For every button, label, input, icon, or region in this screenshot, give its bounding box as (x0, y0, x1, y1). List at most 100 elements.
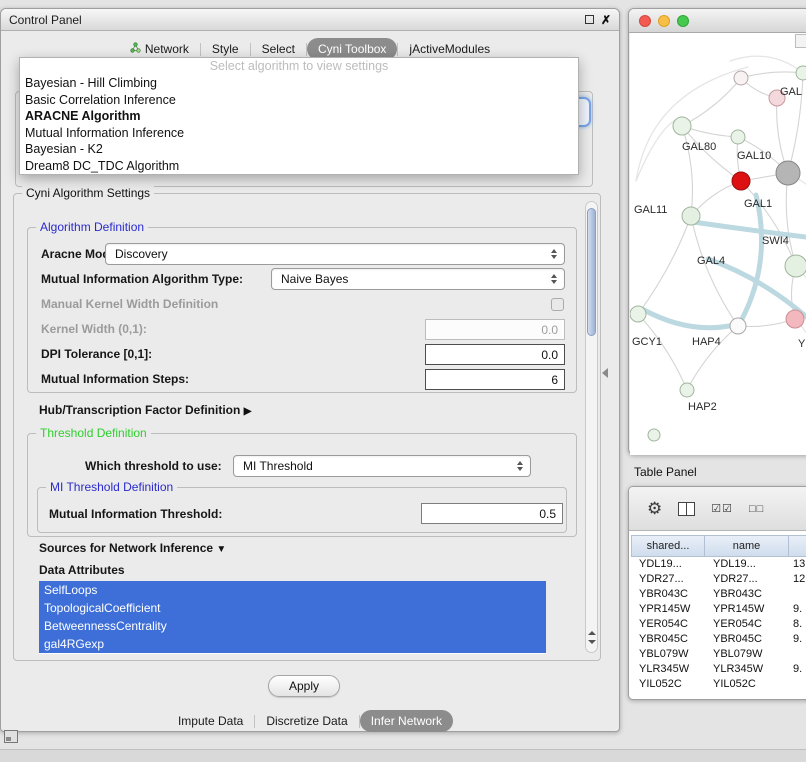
column-header[interactable]: name (705, 535, 789, 557)
status-strip (0, 749, 806, 762)
mi-steps-label: Mutual Information Steps: (41, 372, 189, 386)
table-cell (789, 647, 806, 662)
table-row[interactable]: YER054CYER054C8. (631, 617, 806, 632)
table-cell: 13 (789, 557, 806, 572)
network-node[interactable] (682, 207, 700, 225)
attribute-item[interactable]: BetweennessCentrality (39, 617, 546, 635)
table-cell: YBR043C (631, 587, 705, 602)
network-edge (682, 126, 692, 216)
table-cell: YLR345W (705, 662, 789, 677)
dpi-tolerance-field[interactable]: 0.0 (425, 344, 565, 365)
bottom-tab-discretize-data[interactable]: Discretize Data (255, 710, 358, 732)
network-node[interactable] (730, 318, 746, 334)
settings-scrollbar[interactable] (585, 201, 598, 653)
table-cell: YPR145W (705, 602, 789, 617)
hub-section-toggle[interactable]: Hub/Transcription Factor Definition ▶ (39, 403, 251, 417)
columns-icon[interactable] (678, 502, 695, 516)
panel-splitter-arrow[interactable] (602, 368, 608, 378)
dock-panel-icon[interactable] (4, 730, 18, 743)
data-attributes-label: Data Attributes (39, 563, 125, 577)
network-edge (638, 216, 691, 314)
select-all-checkboxes-icon[interactable]: ☑☑ (711, 502, 733, 515)
algorithm-dropdown-placeholder: Select algorithm to view settings (20, 58, 578, 75)
network-node[interactable] (630, 306, 646, 322)
manual-kernel-checkbox[interactable] (551, 298, 564, 311)
float-window-icon[interactable] (585, 15, 594, 24)
table-row[interactable]: YIL052CYIL052C (631, 677, 806, 692)
background-edge (636, 67, 748, 181)
network-node[interactable] (673, 117, 691, 135)
table-row[interactable]: YDL19...YDL19...13 (631, 557, 806, 572)
table-row[interactable]: YBL079WYBL079W (631, 647, 806, 662)
table-row[interactable]: YPR145WYPR145W9. (631, 602, 806, 617)
table-cell (789, 677, 806, 692)
network-canvas[interactable]: GALGAL80GAL10GAL11GAL1SWI4GAL4GCY1HAP4HA… (630, 33, 806, 455)
network-node[interactable] (786, 310, 804, 328)
network-node[interactable] (796, 66, 806, 80)
bottom-tab-infer-network[interactable]: Infer Network (360, 710, 453, 732)
network-node[interactable] (776, 161, 800, 185)
attribute-item[interactable]: SelfLoops (39, 581, 546, 599)
close-traffic-light-icon[interactable] (639, 15, 651, 27)
algorithm-dropdown-popup: Select algorithm to view settings Bayesi… (19, 57, 579, 175)
apply-button[interactable]: Apply (268, 675, 340, 697)
algorithm-option[interactable]: Mutual Information Inference (20, 125, 578, 142)
canvas-scroll-corner (795, 34, 806, 48)
mi-steps-field[interactable]: 6 (425, 369, 565, 390)
algorithm-option[interactable]: Bayesian - Hill Climbing (20, 75, 578, 92)
table-cell: YDL19... (631, 557, 705, 572)
mi-threshold-field[interactable]: 0.5 (421, 503, 563, 524)
network-node[interactable] (785, 255, 806, 277)
scroll-down-icon[interactable] (588, 640, 596, 644)
deselect-all-checkboxes-icon[interactable]: □□ (749, 503, 764, 515)
network-node[interactable] (734, 71, 748, 85)
zoom-traffic-light-icon[interactable] (677, 15, 689, 27)
network-node[interactable] (731, 130, 745, 144)
table-cell: YDR27... (631, 572, 705, 587)
attribute-item[interactable]: gal4RGexp (39, 635, 546, 653)
algorithm-option[interactable]: Dream8 DC_TDC Algorithm (20, 158, 578, 175)
scrollbar-arrows[interactable] (588, 631, 596, 644)
table-header-row: shared...name (631, 535, 806, 557)
minimize-traffic-light-icon[interactable] (658, 15, 670, 27)
kernel-width-label: Kernel Width (0,1): (41, 322, 147, 336)
attribute-item[interactable]: TopologicalCoefficient (39, 599, 546, 617)
mi-steps-value: 6 (551, 373, 558, 387)
table-cell: YER054C (631, 617, 705, 632)
table-cell: YLR345W (631, 662, 705, 677)
algorithm-option[interactable]: ARACNE Algorithm (20, 108, 578, 125)
aracne-mode-value: Discovery (115, 247, 168, 261)
table-cell: YBL079W (705, 647, 789, 662)
network-graph: GALGAL80GAL10GAL11GAL1SWI4GAL4GCY1HAP4HA… (630, 33, 806, 455)
table-row[interactable]: YLR345WYLR345W9. (631, 662, 806, 677)
bottom-tab-impute-data[interactable]: Impute Data (167, 710, 254, 732)
node-label: GAL10 (737, 150, 771, 162)
scrollbar-thumb[interactable] (587, 208, 596, 336)
table-row[interactable]: YBR043CYBR043C (631, 587, 806, 602)
algorithm-option[interactable]: Basic Correlation Inference (20, 92, 578, 109)
network-icon (130, 42, 141, 56)
network-window-titlebar[interactable] (629, 9, 806, 33)
column-header[interactable]: shared... (631, 535, 705, 557)
network-node[interactable] (680, 383, 694, 397)
control-panel-titlebar[interactable]: Control Panel ✗ (1, 9, 619, 31)
aracne-mode-select[interactable]: Discovery (105, 243, 565, 265)
close-icon[interactable]: ✗ (601, 14, 611, 26)
background-edge (730, 56, 803, 73)
node-label: GAL11 (634, 204, 667, 216)
sources-section-toggle[interactable]: Sources for Network Inference ▼ (39, 541, 226, 555)
which-threshold-label: Which threshold to use: (85, 459, 222, 473)
data-attributes-list[interactable]: SelfLoopsTopologicalCoefficientBetweenne… (39, 581, 546, 654)
network-node[interactable] (732, 172, 750, 190)
table-cell: 12 (789, 572, 806, 587)
algorithm-option[interactable]: Bayesian - K2 (20, 141, 578, 158)
gear-icon[interactable]: ⚙ (647, 500, 662, 517)
table-row[interactable]: YBR045CYBR045C9. (631, 632, 806, 647)
mi-type-select[interactable]: Naive Bayes (271, 268, 565, 290)
network-edge (741, 72, 803, 78)
scroll-up-icon[interactable] (588, 631, 596, 635)
table-row[interactable]: YDR27...YDR27...12 (631, 572, 806, 587)
network-node[interactable] (648, 429, 660, 441)
which-threshold-select[interactable]: MI Threshold (233, 455, 531, 477)
column-header[interactable] (789, 535, 806, 557)
